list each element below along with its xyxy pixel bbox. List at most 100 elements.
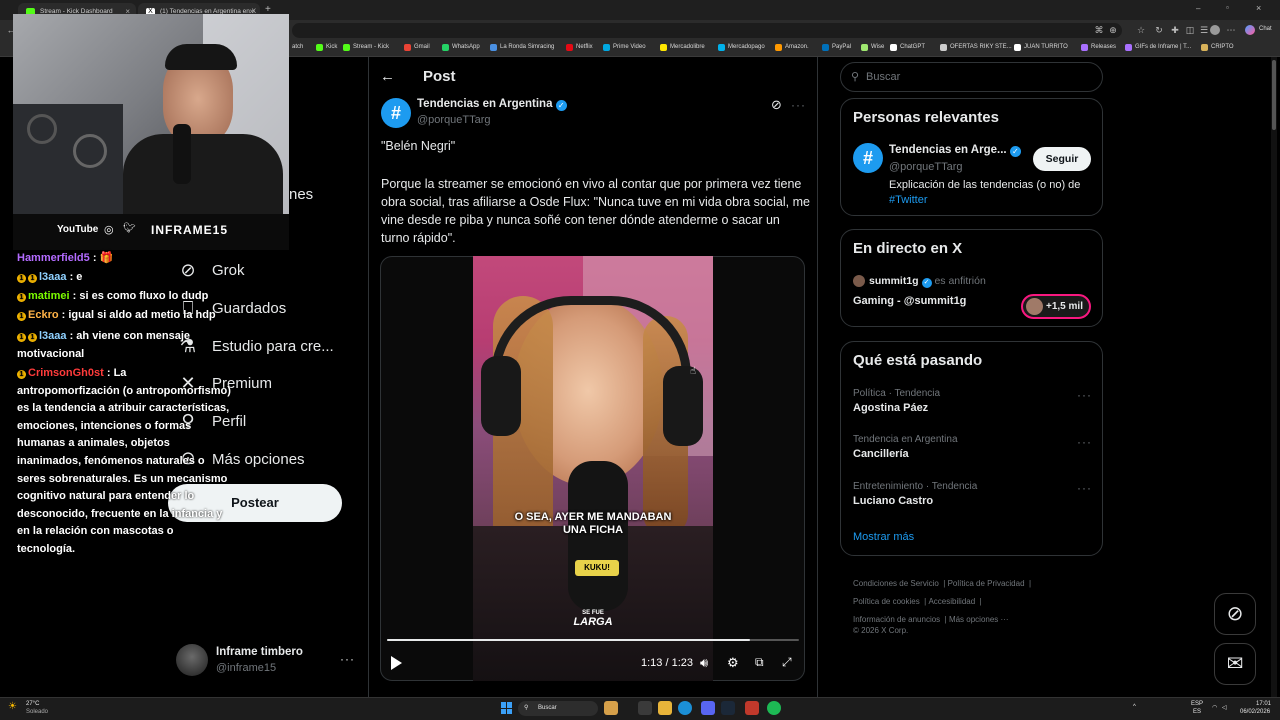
hashtag-avatar[interactable]: # [381,98,411,128]
back-arrow-icon[interactable]: ← [380,68,395,85]
bookmark-item[interactable]: Prime Video [603,44,646,51]
bookmark-label[interactable]: Netflix [576,44,593,50]
bookmark-label[interactable]: WhatsApp [452,44,480,50]
nav-partial-label[interactable]: nes [289,186,313,203]
nav-item-estudio[interactable]: Estudio para cre... [212,338,334,355]
post-more-icon[interactable]: ··· [791,98,806,112]
scrollbar-thumb[interactable] [1272,60,1276,130]
author-name[interactable]: Tendencias en Argentina [417,98,552,110]
bookmark-item[interactable]: Mercadolibre [660,44,705,51]
extensions-icon[interactable]: ✚ [1170,25,1180,35]
play-icon[interactable] [391,656,402,670]
live-listeners-pill[interactable]: +1,5 mil [1021,294,1091,319]
chat-username[interactable]: Hammerfield5 [17,252,90,264]
profile-avatar[interactable] [1210,25,1220,35]
bookmark-label[interactable]: CRIPTO [1211,44,1234,50]
bookmark-item[interactable]: GIFs de Inframe | T... [1125,44,1191,51]
bookmark-label[interactable]: Amazon. [785,44,809,50]
weather-desc[interactable]: Soleado [26,709,48,715]
bookmark-label[interactable]: Wise [871,44,884,50]
relevant-name[interactable]: Tendencias en Arge... ✓ [889,144,1021,157]
weather-icon[interactable]: ☀ [8,701,17,712]
footer-link-cookies[interactable]: Política de cookies [853,597,920,606]
footer-link-accessibility[interactable]: Accesibilidad [928,597,975,606]
translate-icon[interactable]: ⌘ [1094,25,1104,35]
steam-icon[interactable] [721,701,735,715]
bookmark-label[interactable]: Mercadopago [728,44,765,50]
weather-temp[interactable]: 27°C [26,701,39,707]
app-icon[interactable] [745,701,759,715]
trend-item[interactable]: Política · Tendencia Agostina Páez [853,388,940,414]
bookmark-label[interactable]: Gmail [414,44,430,50]
bookmark-label[interactable]: Stream - Kick [353,44,389,50]
trend-more-icon[interactable]: ··· [1077,435,1092,449]
footer-link-ads[interactable]: Información de anuncios [853,615,940,624]
bookmark-item[interactable]: PayPal [822,44,851,51]
bookmark-label[interactable]: GIFs de Inframe | T... [1135,44,1191,50]
favorites-icon[interactable]: ☰ [1199,25,1209,35]
bookmark-item[interactable]: La Ronda Simracing [490,44,554,51]
bookmark-label[interactable]: JUAN TURRITO [1024,44,1068,50]
trend-name[interactable]: Agostina Páez [853,402,940,414]
messages-fab-icon[interactable]: ✉ [1214,643,1256,685]
split-icon[interactable]: ◫ [1185,25,1195,35]
fullscreen-icon[interactable]: ⤢ [782,655,792,670]
bookmark-label[interactable]: ChatGPT [900,44,925,50]
bookmark-label[interactable]: Mercadolibre [670,44,705,50]
menu-icon[interactable]: ⋯ [1226,25,1236,35]
bookmark-item[interactable]: Amazon. [775,44,809,51]
trend-more-icon[interactable]: ··· [1077,481,1092,495]
speaker-icon[interactable]: ◁ [1222,704,1227,711]
trend-name[interactable]: Cancillería [853,448,958,460]
trend-name[interactable]: Luciano Castro [853,495,977,507]
chat-username[interactable]: CrimsonGh0st [28,367,104,379]
account-switcher[interactable]: Inframe timbero @inframe15 ··· [176,644,356,680]
bookmark-label[interactable]: PayPal [832,44,851,50]
trend-item[interactable]: Tendencia en Argentina Cancillería [853,434,958,460]
pip-icon[interactable]: ⧉ [755,655,764,670]
trend-more-icon[interactable]: ··· [1077,388,1092,402]
post-author-handle[interactable]: @porqueTTarg [417,114,491,126]
bookmark-item[interactable]: Netflix [566,44,593,51]
refresh-icon[interactable]: ↻ [1154,25,1164,35]
spotify-icon[interactable] [767,701,781,715]
zoom-icon[interactable]: ⊕ [1108,25,1118,35]
bookmark-label[interactable]: Kick [326,44,337,50]
star-icon[interactable]: ☆ [1136,25,1146,35]
host-avatar[interactable] [853,275,865,287]
live-show-name[interactable]: Gaming - @summit1g [853,295,966,307]
footer-link-more[interactable]: Más opciones ··· [949,615,1009,624]
footer-link-privacy[interactable]: Política de Privacidad [948,579,1025,588]
chat-username[interactable]: Eckro [28,309,59,321]
relevant-name-text[interactable]: Tendencias en Arge... [889,144,1007,156]
bookmark-item[interactable]: JUAN TURRITO [1014,44,1068,51]
bookmark-label[interactable]: atch [292,44,303,50]
account-more-icon[interactable]: ··· [340,652,355,666]
language-region[interactable]: ES [1193,709,1201,715]
taskbar-search-label[interactable]: Buscar [538,705,557,711]
chat-username[interactable]: l3aaa [39,271,67,283]
wifi-icon[interactable]: ◠ [1212,704,1217,711]
follow-button[interactable]: Seguir [1033,147,1091,171]
host-name[interactable]: summit1g [869,275,919,287]
bookmark-item[interactable]: Stream - Kick [343,44,389,51]
show-more-link[interactable]: Mostrar más [853,531,914,543]
video-frame[interactable]: KUKU! O SEA, AYER ME MANDABAN UNA FICHA … [473,256,713,681]
taskbar-date[interactable]: 06/02/2026 [1240,709,1270,715]
bookmark-item[interactable]: ChatGPT [890,44,925,51]
hashtag-avatar[interactable]: # [853,143,883,173]
bio-hashtag-link[interactable]: #Twitter [889,194,928,206]
search-box[interactable]: ⚲ Buscar [840,62,1103,92]
taskbar-time[interactable]: 17:01 [1256,701,1271,707]
url-bar[interactable] [292,23,1122,38]
bookmark-label[interactable]: Prime Video [613,44,646,50]
file-explorer-icon[interactable] [658,701,672,715]
bookmark-item[interactable]: Wise [861,44,884,51]
footer-link-terms[interactable]: Condiciones de Servicio [853,579,939,588]
grok-fab-icon[interactable]: ⊘ [1214,593,1256,635]
settings-icon[interactable]: ⚙ [727,655,739,671]
discord-icon[interactable] [701,701,715,715]
relevant-handle[interactable]: @porqueTTarg [889,161,963,173]
close-window-icon[interactable]: × [1256,3,1261,13]
bookmark-item[interactable]: Releases [1081,44,1116,51]
